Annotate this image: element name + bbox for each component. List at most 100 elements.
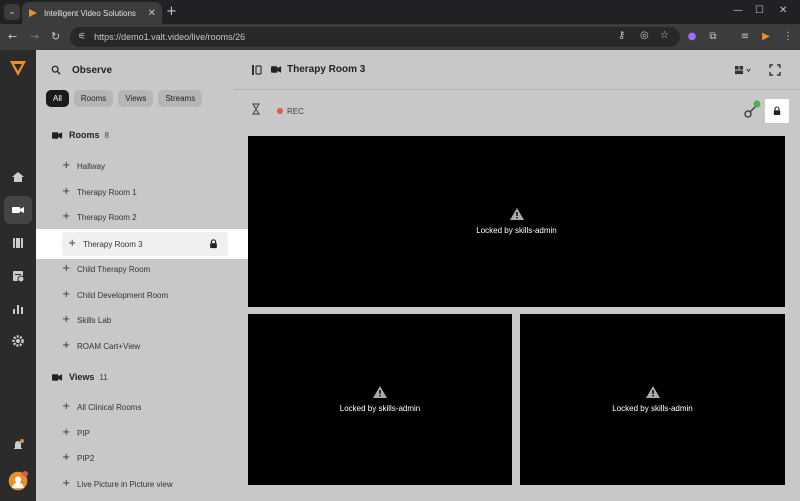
avatar-icon: [8, 471, 28, 491]
warning-icon: [645, 386, 660, 398]
room-item-hallway[interactable]: + Hallway: [62, 154, 228, 178]
filter-rooms[interactable]: Rooms: [73, 90, 114, 107]
rail-notifications[interactable]: [4, 431, 32, 459]
view-item-label: Live Picture in Picture view: [77, 479, 173, 489]
view-item-label: PIP: [77, 428, 90, 438]
room-item-label: Therapy Room 1: [77, 187, 137, 197]
video-camera-icon: [52, 373, 63, 381]
plus-icon: +: [62, 401, 71, 412]
view-item-all-clinical-rooms[interactable]: + All Clinical Rooms: [62, 395, 228, 419]
lock-room-button[interactable]: [765, 99, 789, 123]
lock-icon: [773, 106, 781, 115]
room-item-child-development-room[interactable]: + Child Development Room: [62, 283, 228, 307]
warning-icon: [509, 208, 524, 220]
sidebar-title: Observe: [72, 64, 113, 76]
observe-sidebar: Observe All Rooms Views Streams Rooms 8 …: [36, 50, 233, 501]
video-tile-main[interactable]: Locked by skills-admin: [248, 136, 785, 307]
room-item-child-therapy-room[interactable]: + Child Therapy Room: [62, 257, 228, 281]
rail-home[interactable]: [4, 163, 32, 191]
bookmark-star-icon[interactable]: ☆: [660, 30, 669, 41]
views-section-title: Views: [69, 372, 95, 382]
rail-observe[interactable]: [4, 196, 32, 224]
room-title: Therapy Room 3: [287, 64, 366, 75]
new-tab-icon[interactable]: +: [166, 4, 177, 20]
minimize-icon[interactable]: —: [733, 5, 743, 16]
rooms-count: 8: [104, 130, 109, 140]
valt-logo-icon[interactable]: [8, 58, 28, 78]
forward-icon[interactable]: →: [30, 30, 39, 44]
browser-menu-icon[interactable]: ⋮: [781, 30, 795, 44]
filter-chips: All Rooms Views Streams: [46, 90, 203, 107]
plus-icon: +: [62, 160, 71, 171]
key-icon[interactable]: [743, 100, 763, 120]
selected-room-highlight: + Therapy Room 3: [36, 229, 248, 259]
address-bar[interactable]: ⚟ https://demo1.valt.video/live/rooms/26…: [70, 27, 680, 47]
bar-chart-icon: [13, 305, 23, 314]
layout-picker-button[interactable]: [732, 62, 756, 78]
room-item-therapy-room-2[interactable]: + Therapy Room 2: [62, 205, 228, 229]
plus-icon: +: [62, 478, 71, 489]
plus-icon: +: [62, 452, 71, 463]
room-header: Therapy Room 3: [233, 50, 800, 90]
rooms-section-title: Rooms: [69, 130, 100, 140]
room-item-therapy-room-1[interactable]: + Therapy Room 1: [62, 180, 228, 204]
tab-title: Intelligent Video Solutions: [44, 8, 136, 18]
video-tile-bottom-right[interactable]: Locked by skills-admin: [520, 314, 785, 485]
room-item-skills-lab[interactable]: + Skills Lab: [62, 308, 228, 332]
room-item-label: Hallway: [77, 161, 106, 171]
rail-reports[interactable]: [4, 295, 32, 323]
home-icon: [12, 172, 24, 182]
view-item-label: PIP2: [77, 453, 95, 463]
room-item-label: Skills Lab: [77, 315, 112, 325]
plus-icon: +: [62, 314, 71, 325]
schedule-icon: [13, 271, 25, 283]
filter-all[interactable]: All: [46, 90, 69, 107]
browser-toolbar: ← → ↻ ⚟ https://demo1.valt.video/live/ro…: [0, 24, 800, 50]
eye-off-icon[interactable]: ◎: [640, 30, 649, 41]
video-tile-bottom-left[interactable]: Locked by skills-admin: [248, 314, 512, 485]
film-icon: [13, 238, 23, 248]
maximize-icon[interactable]: ☐: [755, 5, 764, 16]
rail-settings[interactable]: [4, 327, 32, 355]
back-icon[interactable]: ←: [8, 30, 17, 44]
rooms-section-header[interactable]: Rooms 8: [52, 130, 109, 140]
sidebar-toggle-icon[interactable]: [249, 63, 263, 77]
view-item-live-pip-view[interactable]: + Live Picture in Picture view: [62, 472, 228, 496]
plus-icon: +: [62, 211, 71, 222]
fullscreen-icon[interactable]: [768, 63, 782, 77]
view-item-pip[interactable]: + PIP: [62, 421, 228, 445]
plus-icon: +: [62, 289, 71, 300]
tab-search-icon[interactable]: ⌄: [4, 4, 20, 20]
room-item-therapy-room-3[interactable]: + Therapy Room 3: [62, 232, 228, 256]
reading-list-icon[interactable]: ≡: [738, 30, 752, 44]
views-section-header[interactable]: Views 11: [52, 372, 108, 382]
browser-tab[interactable]: Intelligent Video Solutions ✕: [22, 2, 162, 24]
search-button[interactable]: [48, 62, 64, 78]
record-button[interactable]: REC: [271, 102, 311, 120]
locked-message: Locked by skills-admin: [612, 404, 693, 413]
rail-recordings[interactable]: [4, 229, 32, 257]
room-item-label: Therapy Room 2: [77, 212, 137, 222]
filter-views[interactable]: Views: [118, 90, 154, 107]
room-item-label: ROAM Cart+View: [77, 341, 141, 351]
reload-icon[interactable]: ↻: [51, 30, 60, 44]
plus-icon: +: [62, 427, 71, 438]
bell-icon: [14, 439, 24, 449]
rail-schedule[interactable]: [4, 262, 32, 290]
hourglass-icon[interactable]: [249, 102, 263, 116]
window-close-icon[interactable]: ✕: [779, 5, 787, 16]
tab-close-icon[interactable]: ✕: [148, 8, 156, 19]
password-key-icon[interactable]: ⚷: [618, 30, 625, 41]
locked-message: Locked by skills-admin: [339, 404, 421, 413]
filter-streams[interactable]: Streams: [158, 90, 203, 107]
video-camera-icon: [12, 207, 24, 213]
view-item-pip2[interactable]: + PIP2: [62, 446, 228, 470]
extension-icon[interactable]: ●: [685, 30, 699, 44]
browser-tab-bar: ⌄ Intelligent Video Solutions ✕ + — ☐ ✕: [0, 0, 800, 24]
site-info-icon[interactable]: ⚟: [78, 32, 86, 42]
user-avatar[interactable]: [4, 467, 32, 495]
extensions-puzzle-icon[interactable]: ⧉: [706, 30, 720, 44]
valt-extension-icon[interactable]: ▶: [759, 30, 773, 44]
room-item-roam-cart-view[interactable]: + ROAM Cart+View: [62, 334, 228, 358]
gear-icon: [12, 335, 24, 347]
